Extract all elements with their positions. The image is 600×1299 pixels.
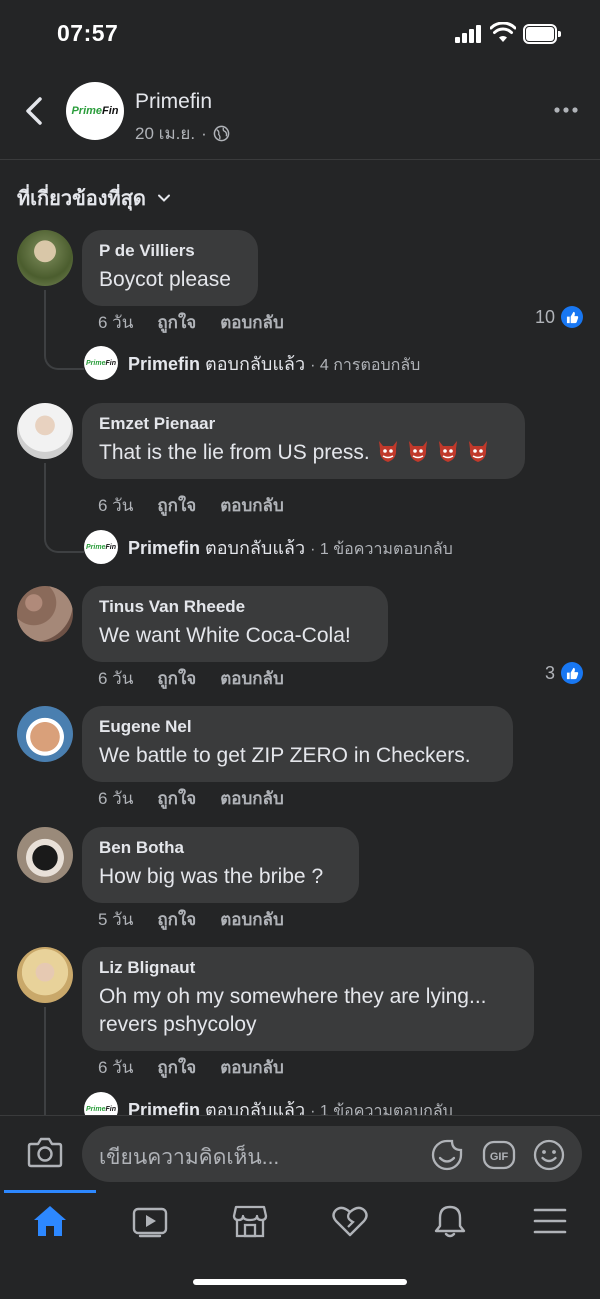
header-divider xyxy=(0,159,600,160)
sort-label: ที่เกี่ยวข้องที่สุด xyxy=(17,188,146,210)
watch-icon[interactable] xyxy=(131,1203,169,1239)
gif-icon[interactable]: GIF xyxy=(482,1138,516,1172)
svg-text:GIF: GIF xyxy=(490,1151,509,1163)
comment-text: How big was the bribe ? xyxy=(99,865,324,888)
comment-text: Oh my oh my somewhere they are lying... … xyxy=(99,985,487,1036)
reply-button[interactable]: ตอบกลับ xyxy=(220,785,284,812)
status-bar: 07:57 xyxy=(0,0,600,70)
thread-line xyxy=(44,290,84,370)
post-date: 20 เม.ย. xyxy=(135,124,196,143)
comment-actions: 6 วัน ถูกใจ ตอบกลับ xyxy=(98,492,284,519)
page-reply-text: Primefin ตอบกลับแล้ว · 4 การตอบกลับ xyxy=(128,353,421,374)
camera-icon[interactable] xyxy=(27,1136,63,1168)
like-button[interactable]: ถูกใจ xyxy=(157,785,196,812)
signal-icon xyxy=(455,25,483,43)
sort-dropdown[interactable]: ที่เกี่ยวข้องที่สุด xyxy=(17,182,172,214)
comment-bubble[interactable]: Tinus Van Rheede We want White Coca-Cola… xyxy=(82,586,388,662)
reply-button[interactable]: ตอบกลับ xyxy=(220,309,284,336)
page-name[interactable]: Primefin xyxy=(135,90,212,114)
comment-author[interactable]: P de Villiers xyxy=(99,241,241,261)
page-reply-link[interactable]: PrimeFin Primefin ตอบกลับแล้ว · 1 ข้อควา… xyxy=(84,530,453,564)
comment-input-placeholder: เขียนความคิดเห็น... xyxy=(99,1146,280,1169)
comment-actions: 6 วัน ถูกใจ ตอบกลับ xyxy=(98,309,284,336)
page-avatar-small: PrimeFin xyxy=(84,346,118,380)
like-button[interactable]: ถูกใจ xyxy=(157,1054,196,1081)
battery-icon xyxy=(523,24,561,44)
comment-bubble[interactable]: Eugene Nel We battle to get ZIP ZERO in … xyxy=(82,706,513,782)
comment-time: 5 วัน xyxy=(98,910,134,929)
globe-icon xyxy=(213,125,230,142)
comment-text: That is the lie from US press. xyxy=(99,439,508,467)
page-reply-link[interactable]: PrimeFin Primefin ตอบกลับแล้ว · 4 การตอบ… xyxy=(84,346,420,380)
comment-composer: เขียนความคิดเห็น... GIF xyxy=(0,1115,600,1190)
home-icon[interactable] xyxy=(31,1203,69,1239)
comment-bubble[interactable]: Liz Blignaut Oh my oh my somewhere they … xyxy=(82,947,534,1051)
home-indicator xyxy=(193,1279,407,1285)
like-reaction-icon xyxy=(561,662,583,684)
avatar[interactable] xyxy=(17,403,73,459)
page-avatar[interactable]: PrimeFin xyxy=(66,82,124,140)
avatar[interactable] xyxy=(17,706,73,762)
comment-bubble[interactable]: Ben Botha How big was the bribe ? xyxy=(82,827,359,903)
comment-actions: 6 วัน ถูกใจ ตอบกลับ xyxy=(98,1054,284,1081)
comment-time: 6 วัน xyxy=(98,669,134,688)
notifications-icon[interactable] xyxy=(431,1203,469,1239)
emoji-icon[interactable] xyxy=(532,1138,566,1172)
bottom-tab-bar xyxy=(0,1190,600,1299)
comment-bubble[interactable]: Emzet Pienaar That is the lie from US pr… xyxy=(82,403,525,479)
devil-emoji-icon xyxy=(370,441,490,464)
wifi-icon xyxy=(490,22,516,42)
comment-author[interactable]: Tinus Van Rheede xyxy=(99,597,371,617)
avatar[interactable] xyxy=(17,947,73,1003)
like-button[interactable]: ถูกใจ xyxy=(157,665,196,692)
more-icon[interactable] xyxy=(553,100,579,120)
reaction-number: 3 xyxy=(544,662,555,683)
back-icon[interactable] xyxy=(22,96,46,126)
dating-icon[interactable] xyxy=(331,1203,369,1239)
reply-button[interactable]: ตอบกลับ xyxy=(220,1054,284,1081)
avatar[interactable] xyxy=(17,586,73,642)
meta-separator: · xyxy=(201,123,207,143)
post-meta: 20 เม.ย. · xyxy=(135,120,230,147)
avatar[interactable] xyxy=(17,827,73,883)
comment-input[interactable]: เขียนความคิดเห็น... GIF xyxy=(82,1126,582,1182)
menu-icon[interactable] xyxy=(531,1203,569,1239)
marketplace-icon[interactable] xyxy=(231,1203,269,1239)
comment-actions: 6 วัน ถูกใจ ตอบกลับ xyxy=(98,785,284,812)
avatar[interactable] xyxy=(17,230,73,286)
reply-button[interactable]: ตอบกลับ xyxy=(220,665,284,692)
thread-line xyxy=(44,463,84,553)
chevron-down-icon xyxy=(157,194,170,202)
like-button[interactable]: ถูกใจ xyxy=(157,906,196,933)
comment-time: 6 วัน xyxy=(98,496,134,515)
comment-author[interactable]: Ben Botha xyxy=(99,838,342,858)
reply-button[interactable]: ตอบกลับ xyxy=(220,906,284,933)
comment-text: Boycot please xyxy=(99,268,231,291)
thread-line xyxy=(44,1007,84,1115)
comment-time: 6 วัน xyxy=(98,1058,134,1077)
like-button[interactable]: ถูกใจ xyxy=(157,309,196,336)
active-tab-indicator xyxy=(4,1190,96,1193)
status-time: 07:57 xyxy=(57,20,119,46)
like-button[interactable]: ถูกใจ xyxy=(157,492,196,519)
sticker-icon[interactable] xyxy=(430,1138,464,1172)
comment-author[interactable]: Liz Blignaut xyxy=(99,958,517,978)
comment-time: 6 วัน xyxy=(98,789,134,808)
comment-text: We want White Coca-Cola! xyxy=(99,624,351,647)
page-reply-text: Primefin ตอบกลับแล้ว · 1 ข้อความตอบกลับ xyxy=(128,537,453,558)
reaction-count[interactable]: 3 xyxy=(545,662,583,684)
comment-author[interactable]: Emzet Pienaar xyxy=(99,414,508,434)
comment-actions: 6 วัน ถูกใจ ตอบกลับ xyxy=(98,665,284,692)
comment-bubble[interactable]: P de Villiers Boycot please xyxy=(82,230,258,306)
comment-time: 6 วัน xyxy=(98,313,134,332)
comment-text: We battle to get ZIP ZERO in Checkers. xyxy=(99,744,471,767)
comment-actions: 5 วัน ถูกใจ ตอบกลับ xyxy=(98,906,284,933)
reaction-count[interactable]: 10 xyxy=(535,306,583,328)
reply-button[interactable]: ตอบกลับ xyxy=(220,492,284,519)
reaction-number: 10 xyxy=(534,306,555,327)
page-avatar-small: PrimeFin xyxy=(84,530,118,564)
like-reaction-icon xyxy=(561,306,583,328)
comment-author[interactable]: Eugene Nel xyxy=(99,717,496,737)
